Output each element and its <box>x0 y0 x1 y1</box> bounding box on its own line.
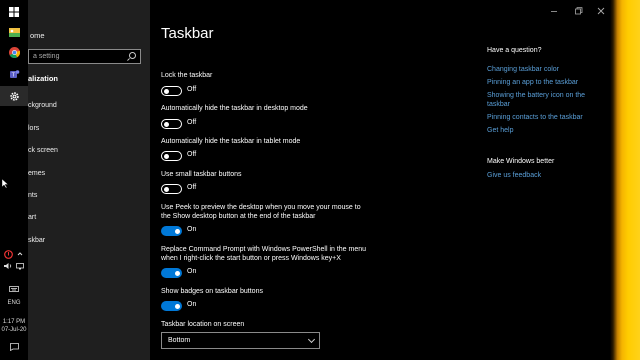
sidebar-item-background[interactable]: ckground <box>28 102 57 109</box>
network-icon[interactable] <box>14 260 26 272</box>
sidebar-item-lock-screen[interactable]: ck screen <box>28 147 58 154</box>
sidebar-item-themes[interactable]: emes <box>28 170 45 177</box>
gear-icon <box>9 91 19 101</box>
peek-state: On <box>187 226 197 233</box>
autohide-tablet-toggle[interactable] <box>161 151 182 161</box>
windows-logo-icon <box>9 7 19 17</box>
taskbar-app-chrome[interactable] <box>0 42 28 62</box>
badges-state: On <box>187 301 197 308</box>
taskbar-location-label: Taskbar location on screen <box>161 321 245 328</box>
taskbar: T ENG 1:17 PM 07-Jul-20 <box>0 0 28 360</box>
page-title: Taskbar <box>161 25 214 42</box>
nav-home-label: ome <box>30 31 45 40</box>
toggle-knob <box>164 186 169 192</box>
taskbar-app-teams[interactable]: T <box>0 64 28 84</box>
teams-icon: T <box>9 69 19 78</box>
nav-section-title: alization <box>28 74 59 83</box>
help-heading: Have a question? <box>487 47 542 54</box>
sidebar-item-taskbar[interactable]: skbar <box>28 237 45 244</box>
taskbar-location-select[interactable]: Bottom <box>161 332 320 349</box>
powershell-label-line2: when I right-click the start button or p… <box>161 255 341 262</box>
lock-taskbar-toggle[interactable] <box>161 86 182 96</box>
help-link-battery-icon[interactable]: Showing the battery icon on the taskbar <box>487 91 597 109</box>
minimize-icon <box>551 11 557 12</box>
nav-home[interactable]: ome <box>30 31 45 40</box>
lock-taskbar-state: Off <box>187 86 197 93</box>
sidebar-item-colors[interactable]: lors <box>28 125 39 132</box>
start-button[interactable] <box>0 2 28 22</box>
toggle-knob <box>174 270 180 276</box>
badges-label: Show badges on taskbar buttons <box>161 288 263 295</box>
small-buttons-toggle[interactable] <box>161 184 182 194</box>
close-button[interactable] <box>595 3 607 15</box>
peek-toggle[interactable] <box>161 226 182 236</box>
toggle-knob <box>174 303 180 309</box>
small-buttons-label: Use small taskbar buttons <box>161 171 242 178</box>
autohide-desktop-state: Off <box>187 119 197 126</box>
clock-time[interactable]: 1:17 PM <box>0 319 28 325</box>
badges-toggle[interactable] <box>161 301 182 311</box>
toggle-knob <box>164 121 169 127</box>
help-link-pin-contacts[interactable]: Pinning contacts to the taskbar <box>487 113 602 122</box>
minimize-button[interactable] <box>548 3 560 13</box>
settings-main-panel <box>150 0 610 360</box>
sidebar-item-start[interactable]: art <box>28 214 36 221</box>
taskbar-location-value: Bottom <box>168 337 191 344</box>
desktop-wallpaper-edge <box>610 0 640 360</box>
toggle-knob <box>164 88 169 94</box>
help-link-get-help[interactable]: Get help <box>487 126 602 135</box>
autohide-tablet-label: Automatically hide the taskbar in tablet… <box>161 138 301 145</box>
toggle-knob <box>174 228 180 234</box>
language-indicator[interactable]: ENG <box>0 300 28 306</box>
peek-label-line2: the Show desktop button at the end of th… <box>161 213 316 220</box>
taskbar-app-photos[interactable] <box>0 22 28 42</box>
powershell-state: On <box>187 268 197 275</box>
action-center-icon[interactable] <box>0 340 28 354</box>
photos-icon <box>8 27 20 37</box>
toggle-knob <box>164 153 169 159</box>
settings-search-input[interactable]: a setting <box>28 49 141 64</box>
chevron-down-icon <box>307 335 316 344</box>
close-icon <box>597 7 605 15</box>
search-placeholder: a setting <box>33 53 60 60</box>
keyboard-icon[interactable] <box>0 283 28 295</box>
autohide-tablet-state: Off <box>187 151 197 158</box>
help-link-pin-app[interactable]: Pinning an app to the taskbar <box>487 78 602 87</box>
autohide-desktop-label: Automatically hide the taskbar in deskto… <box>161 105 308 112</box>
autohide-desktop-toggle[interactable] <box>161 119 182 129</box>
mouse-cursor-icon <box>0 173 10 193</box>
small-buttons-state: Off <box>187 184 197 191</box>
powershell-toggle[interactable] <box>161 268 182 278</box>
feedback-heading: Make Windows better <box>487 158 555 165</box>
search-icon[interactable] <box>129 52 136 59</box>
tray-chevron-icon[interactable] <box>14 248 26 260</box>
feedback-link[interactable]: Give us feedback <box>487 171 602 180</box>
restore-icon <box>575 7 583 15</box>
lock-taskbar-label: Lock the taskbar <box>161 72 213 79</box>
chrome-icon <box>8 46 20 58</box>
maximize-button[interactable] <box>572 3 584 15</box>
sidebar-item-fonts[interactable]: nts <box>28 192 37 199</box>
clock-date[interactable]: 07-Jul-20 <box>0 327 28 333</box>
taskbar-app-settings[interactable] <box>0 86 28 106</box>
help-link-taskbar-color[interactable]: Changing taskbar color <box>487 65 602 74</box>
